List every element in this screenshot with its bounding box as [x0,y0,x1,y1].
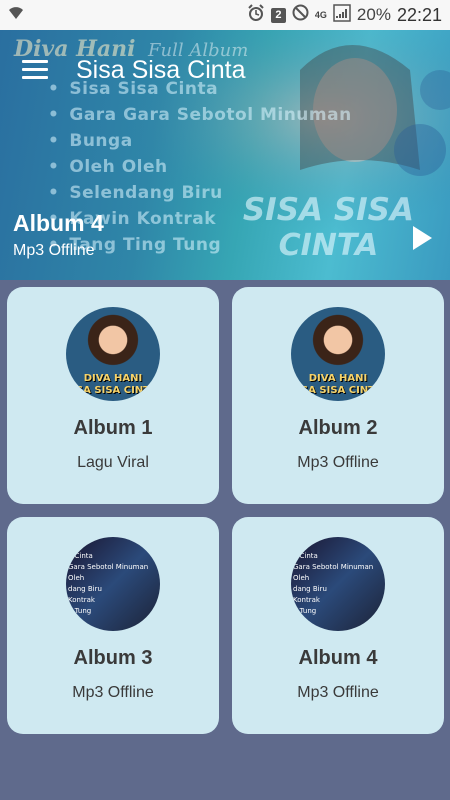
banner-track: Bunga [48,128,352,154]
thumbnail-track: Gara Sebotol Minuman [293,563,374,571]
notification-badge: 2 [270,7,286,23]
album-subtitle: Lagu Viral [77,454,149,471]
app-title: Sisa Sisa Cinta [76,56,246,84]
thumbnail-track: g Tung [293,607,317,615]
thumbnail-track: dang Biru [68,585,102,593]
thumbnail-title: SA SISA CINT [300,385,376,396]
album-thumbnail: DIVA HANI SA SISA CINT [291,307,385,401]
thumbnail-artist: DIVA HANI [308,373,368,384]
album-header-banner: Diva Hani Full Album Sisa Sisa Cinta Gar… [0,30,450,280]
thumbnail-track: Oleh [68,574,85,582]
alarm-icon [247,3,265,27]
album-subtitle: Mp3 Offline [72,684,154,701]
thumbnail-track: g Tung [68,607,92,615]
network-type: 4G [314,9,327,20]
album-thumbnail: DIVA HANI SA SISA CINT [66,307,160,401]
album-title: Album 3 [73,647,153,669]
banner-title-line: SISA SISA [242,192,414,228]
signal-icon [333,3,351,27]
album-thumbnail: a Cinta Gara Sebotol Minuman Oleh dang B… [66,537,160,631]
battery-level: 20% [356,5,391,24]
album-title: Album 1 [73,417,153,439]
album-card-4[interactable]: a Cinta Gara Sebotol Minuman Oleh dang B… [232,517,444,734]
banner-title-art: SISA SISA CINTA [243,192,414,264]
banner-track: Gara Gara Sebotol Minuman [48,102,352,128]
thumbnail-track: Kontrak [68,596,95,604]
current-album-title: Album 4 [13,210,104,236]
album-subtitle: Mp3 Offline [297,454,379,471]
album-card-2[interactable]: DIVA HANI SA SISA CINT Album 2 Mp3 Offli… [232,287,444,504]
play-icon[interactable] [413,226,432,250]
album-thumbnail: a Cinta Gara Sebotol Minuman Oleh dang B… [291,537,385,631]
current-album-subtitle: Mp3 Offline [13,242,95,259]
album-title: Album 2 [298,417,378,439]
album-subtitle: Mp3 Offline [297,684,379,701]
thumbnail-track: a Cinta [68,552,93,560]
dnd-icon [292,4,309,26]
thumbnail-tracklist: a Cinta Gara Sebotol Minuman Oleh dang B… [68,551,148,617]
wifi-icon [8,5,24,25]
thumbnail-track: Kontrak [293,596,320,604]
clock-time: 22:21 [396,4,442,25]
banner-title-line: CINTA [278,228,379,263]
menu-icon[interactable] [22,60,48,80]
album-title: Album 4 [298,647,378,669]
thumbnail-track: Oleh [293,574,310,582]
album-card-1[interactable]: DIVA HANI SA SISA CINT Album 1 Lagu Vira… [7,287,219,504]
status-bar: 2 4G 20% 22:21 [0,0,450,30]
thumbnail-track: a Cinta [293,552,318,560]
thumbnail-track: dang Biru [293,585,327,593]
album-card-3[interactable]: a Cinta Gara Sebotol Minuman Oleh dang B… [7,517,219,734]
thumbnail-artist: DIVA HANI [83,373,143,384]
thumbnail-title: SA SISA CINT [75,385,151,396]
thumbnail-tracklist: a Cinta Gara Sebotol Minuman Oleh dang B… [293,551,373,617]
banner-track: Oleh Oleh [48,154,352,180]
thumbnail-track: Gara Sebotol Minuman [68,563,149,571]
